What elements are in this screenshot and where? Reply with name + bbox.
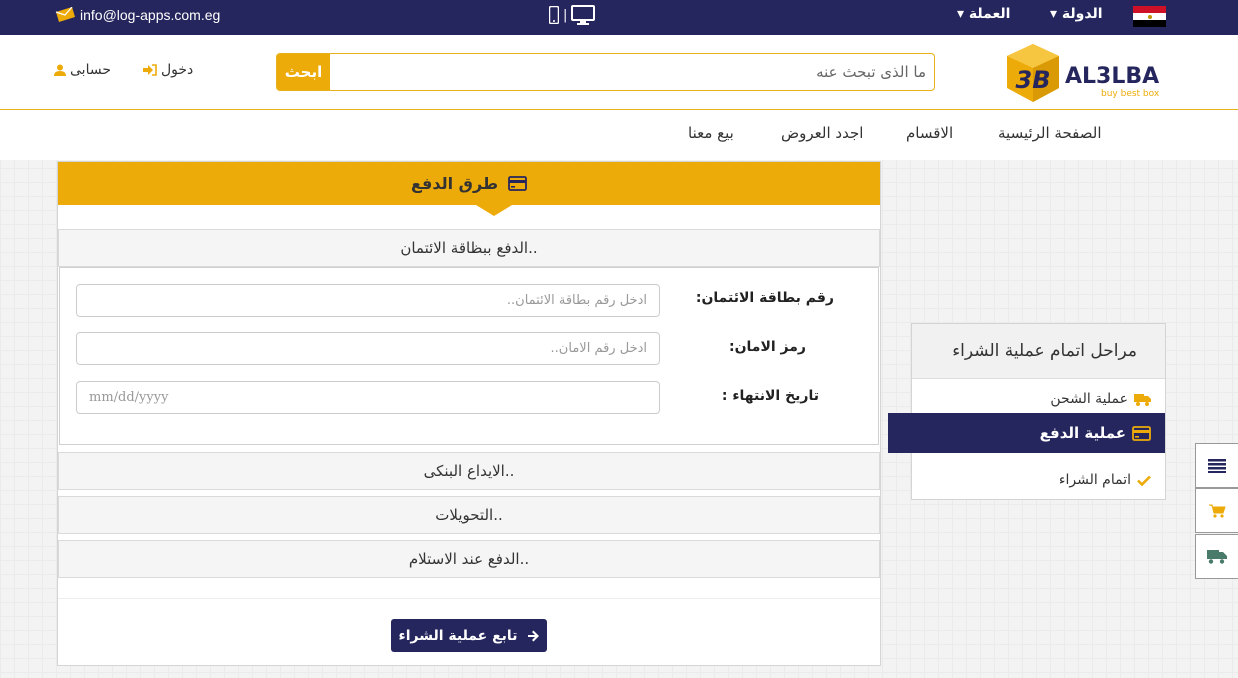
nav-item-categories[interactable]: الاقسام xyxy=(906,124,953,142)
cart-float-button[interactable] xyxy=(1195,488,1238,533)
currency-label: العملة xyxy=(968,6,1011,22)
step-complete-purchase[interactable]: اتمام الشراء xyxy=(912,460,1165,500)
country-label: الدولة xyxy=(1061,6,1103,22)
nav-item-sell-with-us[interactable]: بيع معنا xyxy=(688,124,734,142)
caret-down-icon: ▾ xyxy=(1050,6,1058,22)
menu-float-button[interactable] xyxy=(1195,443,1238,488)
country-dropdown[interactable]: ▾ الدولة xyxy=(1050,6,1103,22)
arrow-right-icon xyxy=(528,630,540,641)
list-icon xyxy=(1208,458,1226,473)
credit-card-icon xyxy=(508,176,527,191)
nav-item-home[interactable]: الصفحة الرئيسية xyxy=(998,124,1102,142)
login-link[interactable]: دخول xyxy=(143,62,193,78)
step-complete-label: اتمام الشراء xyxy=(1058,472,1131,488)
card-number-label: رقم بطاقة الائتمان: xyxy=(695,290,834,306)
credit-card-form: رقم بطاقة الائتمان: رمز الامان: تاريخ ال… xyxy=(59,267,879,445)
section-bank-deposit[interactable]: الايداع البنكى.. xyxy=(58,452,880,490)
truck-icon xyxy=(1207,550,1227,564)
expiry-date-input[interactable] xyxy=(76,381,660,414)
egypt-flag-icon[interactable] xyxy=(1133,6,1166,27)
logo-mark: 3B xyxy=(1016,66,1051,94)
cart-icon xyxy=(1208,504,1226,518)
account-link[interactable]: حسابى xyxy=(54,62,111,78)
shipping-float-button[interactable] xyxy=(1195,534,1238,579)
section-cash-on-delivery[interactable]: الدفع عند الاستلام.. xyxy=(58,540,880,578)
check-icon xyxy=(1137,475,1151,486)
envelope-icon xyxy=(55,7,75,22)
mobile-icon[interactable] xyxy=(549,6,559,24)
panel-header-pointer xyxy=(476,205,512,216)
contact-email[interactable]: info@log-apps.com.eg xyxy=(54,7,220,23)
panel-divider xyxy=(58,598,880,599)
active-step-pointer xyxy=(888,413,912,453)
device-separator: | xyxy=(563,7,568,23)
account-label: حسابى xyxy=(70,62,111,78)
section-transfers[interactable]: التحويلات.. xyxy=(58,496,880,534)
user-icon xyxy=(54,64,66,76)
desktop-icon[interactable] xyxy=(571,5,596,25)
step-payment-active[interactable]: عملية الدفع xyxy=(888,413,1165,453)
security-code-input[interactable] xyxy=(76,332,660,365)
payment-methods-panel: طرق الدفع الدفع ببظاقة الائتمان.. رقم بط… xyxy=(57,161,881,666)
sign-in-icon xyxy=(143,64,157,76)
logo-tagline: buy best box xyxy=(1101,89,1160,99)
continue-purchase-button[interactable]: تابع عملية الشراء xyxy=(391,619,547,652)
step-shipping-label: عملية الشحن xyxy=(1050,391,1128,407)
device-switcher: | xyxy=(549,5,596,25)
payment-panel-header: طرق الدفع xyxy=(58,162,880,205)
logo-text: AL3LBA xyxy=(1065,64,1159,89)
site-logo[interactable]: 3B AL3LBA buy best box xyxy=(1005,42,1170,104)
caret-down-icon: ▾ xyxy=(957,6,965,22)
section-credit-card[interactable]: الدفع ببظاقة الائتمان.. xyxy=(58,229,880,267)
search-input[interactable] xyxy=(330,54,934,90)
top-bar: info@log-apps.com.eg | ▾ العملة ▾ الدولة xyxy=(0,0,1238,35)
login-label: دخول xyxy=(161,62,194,78)
nav-item-offers[interactable]: اجدد العروض xyxy=(781,124,863,142)
search-button[interactable]: ابحث xyxy=(277,54,330,90)
currency-dropdown[interactable]: ▾ العملة xyxy=(957,6,1010,22)
site-header: 3B AL3LBA buy best box ابحث دخول حسابى xyxy=(0,35,1238,110)
step-payment-label: عملية الدفع xyxy=(1039,424,1126,442)
main-nav: الصفحة الرئيسية الاقسام اجدد العروض بيع … xyxy=(0,110,1238,160)
continue-purchase-label: تابع عملية الشراء xyxy=(398,627,518,644)
search-bar: ابحث xyxy=(276,53,935,91)
security-code-label: رمز الامان: xyxy=(728,339,806,355)
card-number-input[interactable] xyxy=(76,284,660,317)
checkout-steps: مراحل اتمام عملية الشراء عملية الشحن اتم… xyxy=(911,323,1166,500)
contact-email-text: info@log-apps.com.eg xyxy=(80,7,221,23)
checkout-steps-title: مراحل اتمام عملية الشراء xyxy=(912,324,1165,379)
step-payment: عملية الدفع xyxy=(1040,413,1151,453)
truck-icon xyxy=(1134,393,1151,406)
credit-card-icon xyxy=(1132,425,1151,441)
expiry-date-label: تاريخ الانتهاء : xyxy=(721,388,819,404)
payment-panel-title: طرق الدفع xyxy=(410,174,499,193)
